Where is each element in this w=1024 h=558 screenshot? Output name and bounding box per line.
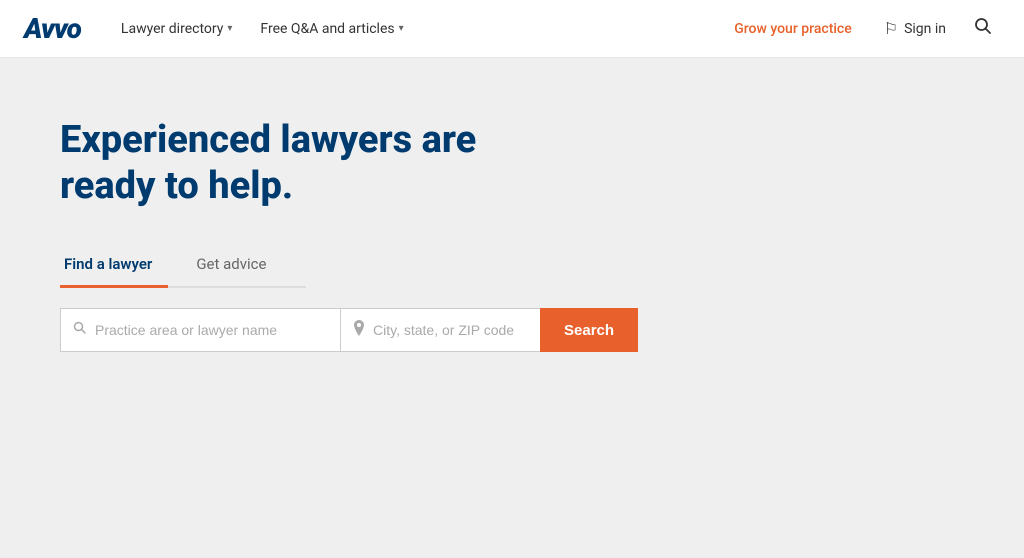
nav-qa-articles[interactable]: Free Q&A and articles ▾	[248, 13, 415, 45]
location-pin-icon	[353, 320, 365, 340]
search-bar: Search	[60, 308, 964, 352]
main-header: Avvo Lawyer directory ▾ Free Q&A and art…	[0, 0, 1024, 58]
hero-section: Experienced lawyers are ready to help. F…	[0, 58, 1024, 558]
avvo-logo[interactable]: Avvo	[24, 12, 81, 45]
practice-search-field	[60, 308, 340, 352]
sign-in-button[interactable]: ⚐ Sign in	[872, 11, 958, 46]
search-button[interactable]: Search	[540, 308, 638, 352]
tab-find-lawyer[interactable]: Find a lawyer	[60, 245, 168, 288]
chevron-down-icon: ▾	[399, 23, 404, 34]
search-tabs: Find a lawyer Get advice	[60, 245, 306, 288]
grow-practice-link[interactable]: Grow your practice	[722, 13, 864, 45]
header-search-icon[interactable]	[966, 9, 1000, 48]
location-search-field	[340, 308, 540, 352]
main-nav: Lawyer directory ▾ Free Q&A and articles…	[109, 13, 722, 45]
tab-get-advice[interactable]: Get advice	[192, 245, 282, 288]
location-input[interactable]	[373, 322, 528, 338]
chevron-down-icon: ▾	[227, 23, 232, 34]
nav-right: Grow your practice ⚐ Sign in	[722, 9, 1000, 48]
person-icon: ⚐	[884, 19, 898, 38]
search-icon	[73, 321, 87, 339]
practice-area-input[interactable]	[95, 322, 328, 338]
hero-title: Experienced lawyers are ready to help.	[60, 118, 480, 209]
nav-lawyer-directory[interactable]: Lawyer directory ▾	[109, 13, 244, 45]
